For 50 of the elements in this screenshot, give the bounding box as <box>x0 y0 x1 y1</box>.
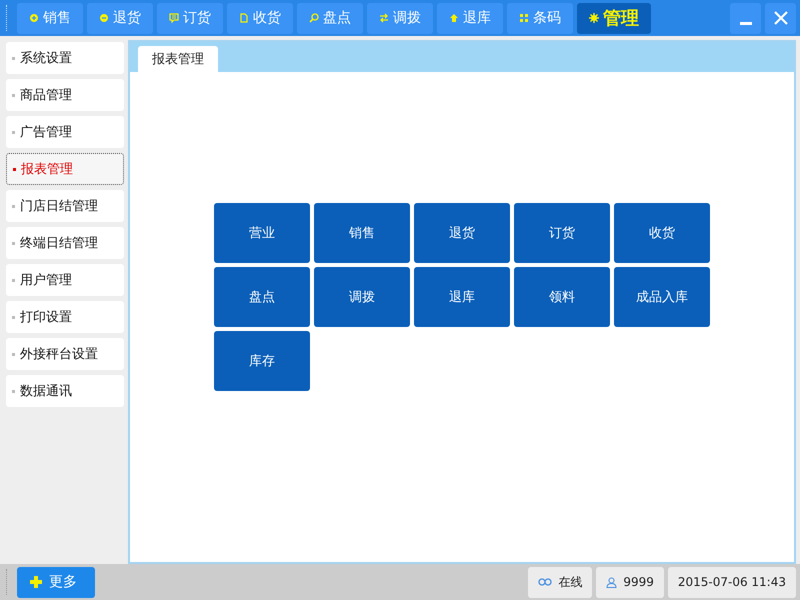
report-button[interactable]: 退库 <box>414 267 510 327</box>
toolbar-tab[interactable]: 管理 <box>577 2 651 34</box>
document-icon <box>239 13 249 23</box>
settings-icon <box>589 13 599 23</box>
sidebar-item[interactable]: 广告管理 <box>6 116 124 148</box>
user-status: 9999 <box>596 566 664 598</box>
minimize-icon <box>740 22 752 24</box>
sidebar-item[interactable]: 系统设置 <box>6 42 124 74</box>
toolbar-tab[interactable]: 退库 <box>437 2 503 34</box>
sidebar-item[interactable]: 商品管理 <box>6 79 124 111</box>
toolbar-tab[interactable]: 盘点 <box>297 2 363 34</box>
report-button[interactable]: 盘点 <box>214 267 310 327</box>
toolbar-tab[interactable]: 收货 <box>227 2 293 34</box>
minimize-button[interactable] <box>730 2 761 34</box>
report-button[interactable]: 营业 <box>214 203 310 263</box>
report-button[interactable]: 调拨 <box>314 267 410 327</box>
search-icon <box>309 13 319 23</box>
datetime: 2015-07-06 11:43 <box>668 566 796 598</box>
connection-status: 在线 <box>528 566 592 598</box>
minus-circle-icon <box>99 13 109 23</box>
sidebar-item[interactable]: 打印设置 <box>6 301 124 333</box>
toolbar-tab[interactable]: 销售 <box>17 2 83 34</box>
report-button[interactable]: 收货 <box>614 203 710 263</box>
report-button[interactable]: 订货 <box>514 203 610 263</box>
sidebar-item[interactable]: 终端日结管理 <box>6 227 124 259</box>
toolbar-tab[interactable]: 调拨 <box>367 2 433 34</box>
report-button[interactable]: 退货 <box>414 203 510 263</box>
toolbar-tab[interactable]: 订货 <box>157 2 223 34</box>
report-button[interactable]: 成品入库 <box>614 267 710 327</box>
report-button[interactable]: 领料 <box>514 267 610 327</box>
grid-icon <box>519 13 529 23</box>
sidebar-item[interactable]: 数据通讯 <box>6 375 124 407</box>
user-icon <box>606 576 618 588</box>
note-icon <box>169 13 179 23</box>
plus-icon <box>29 575 43 589</box>
close-button[interactable] <box>765 2 796 34</box>
report-button[interactable]: 销售 <box>314 203 410 263</box>
sidebar-item[interactable]: 外接秤台设置 <box>6 338 124 370</box>
sidebar-item[interactable]: 用户管理 <box>6 264 124 296</box>
close-icon <box>772 10 788 26</box>
tab[interactable]: 报表管理 <box>138 46 218 72</box>
sidebar-item[interactable]: 报表管理 <box>6 153 124 185</box>
report-button[interactable]: 库存 <box>214 331 310 391</box>
toolbar-tab[interactable]: 退货 <box>87 2 153 34</box>
link-icon <box>538 578 552 586</box>
more-button[interactable]: 更多 <box>17 566 95 598</box>
toolbar-tab[interactable]: 条码 <box>507 2 573 34</box>
swap-arrows-icon <box>379 13 389 23</box>
plus-circle-icon <box>29 13 39 23</box>
sidebar-item[interactable]: 门店日结管理 <box>6 190 124 222</box>
